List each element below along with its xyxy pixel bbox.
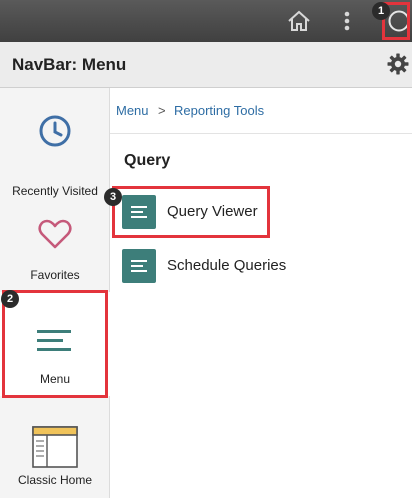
- gear-icon[interactable]: [386, 52, 410, 76]
- callout-badge-2: 2: [1, 290, 19, 308]
- sidebar-item-recently-visited[interactable]: Recently Visited: [0, 108, 110, 208]
- classic-home-icon: [32, 426, 78, 468]
- breadcrumb-current[interactable]: Reporting Tools: [174, 103, 264, 118]
- section-title: Query: [124, 152, 171, 169]
- callout-badge-1: 1: [372, 2, 390, 20]
- schedule-queries-link[interactable]: Schedule Queries: [122, 249, 372, 283]
- list-icon: [122, 249, 156, 283]
- sidebar-item-classic-home[interactable]: Classic Home: [0, 416, 110, 498]
- breadcrumb-link-menu[interactable]: Menu: [116, 103, 149, 118]
- breadcrumb-separator: >: [158, 103, 166, 118]
- page-title: NavBar: Menu: [12, 55, 127, 74]
- breadcrumb: Menu > Reporting Tools: [110, 88, 412, 134]
- kebab-menu-icon[interactable]: [334, 6, 364, 36]
- sidebar-item-label: Recently Visited: [12, 184, 98, 198]
- callout-badge-3: 3: [104, 188, 122, 206]
- schedule-queries-label: Schedule Queries: [167, 257, 287, 274]
- sidebar-item-label: Favorites: [30, 268, 80, 282]
- page-header: NavBar: Menu: [0, 42, 412, 88]
- highlight-box-2: [2, 290, 108, 398]
- sidebar-item-label: Classic Home: [17, 473, 92, 487]
- clock-icon: [39, 115, 71, 147]
- highlight-box-3: [112, 186, 270, 238]
- top-navigation-bar: [0, 0, 412, 42]
- heart-icon: [38, 219, 72, 249]
- home-icon[interactable]: [284, 6, 314, 36]
